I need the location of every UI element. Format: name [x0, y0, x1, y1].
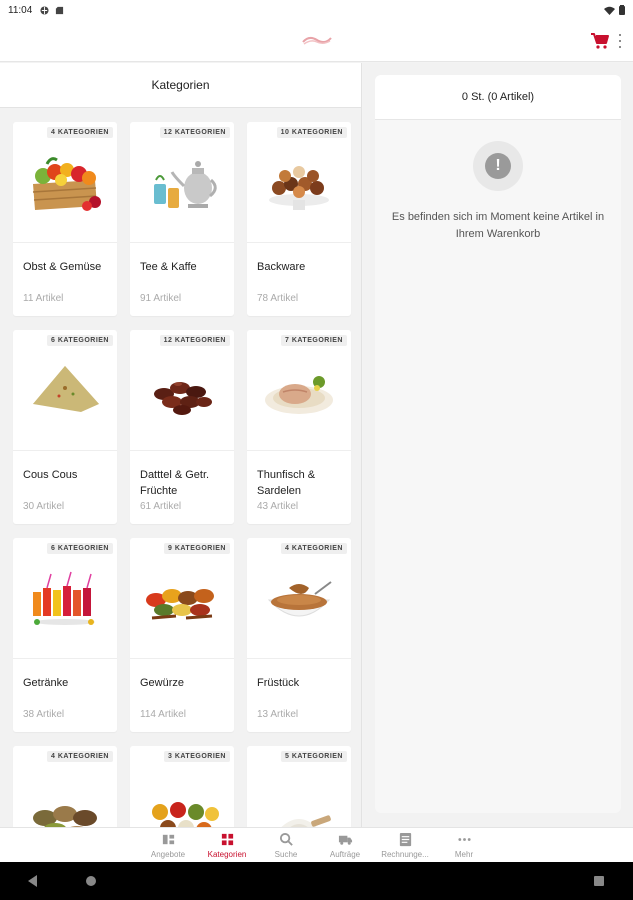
pastries-image: [247, 122, 351, 243]
battery-icon: [619, 5, 625, 15]
category-name: Backware: [257, 261, 306, 273]
subcategory-badge: 4 KATEGORIEN: [281, 543, 347, 554]
search-icon: [279, 832, 293, 846]
sd-card-icon: [56, 6, 64, 14]
article-count: 78 Artikel: [257, 293, 299, 304]
nav-label: Mehr: [454, 850, 474, 859]
spices-image: [130, 538, 234, 659]
category-name: Früstück: [257, 677, 300, 689]
categories-icon: [221, 833, 233, 846]
category-name: Getränke: [23, 677, 69, 689]
category-card[interactable]: 7 KATEGORIEN Thunfisch & Sardelen 43 Art…: [247, 330, 351, 524]
cart-icon[interactable]: [590, 32, 610, 50]
cart-summary-text: 0 St. (0 Artikel): [461, 91, 535, 103]
subcategory-badge: 10 KATEGORIEN: [276, 127, 347, 138]
empty-cart-message: Es befinden sich im Moment keine Artikel…: [391, 211, 605, 240]
dates-image: [130, 330, 234, 451]
category-card[interactable]: 4 KATEGORIEN: [13, 746, 117, 827]
article-count: 13 Artikel: [257, 709, 299, 720]
categories-header: Kategorien: [0, 63, 361, 108]
nav-label: Angebote: [150, 850, 186, 859]
nav-item-search[interactable]: Suche: [256, 830, 316, 862]
truck-icon: [338, 835, 352, 845]
category-card[interactable]: 5 KATEGORIEN: [247, 746, 351, 827]
article-count: 30 Artikel: [23, 501, 65, 512]
cart-pane: 0 St. (0 Artikel) ! Es befinden sich im …: [363, 63, 633, 827]
brand-logo[interactable]: [301, 33, 333, 47]
article-count: 91 Artikel: [140, 293, 182, 304]
invoice-icon: [399, 832, 411, 847]
drinks-image: [13, 538, 117, 659]
category-card[interactable]: 4 KATEGORIEN Obst & Gemüse 11 Artikel: [13, 122, 117, 316]
categories-pane: Kategorien 4 KATEGORIEN Obst & Gemüse 11…: [0, 63, 362, 827]
nav-item-more[interactable]: Mehr: [434, 830, 494, 862]
article-count: 38 Artikel: [23, 709, 65, 720]
cart-summary: 0 St. (0 Artikel): [375, 75, 621, 120]
nav-item-invoices[interactable]: Rechnunge...: [375, 830, 435, 862]
subcategory-badge: 4 KATEGORIEN: [47, 751, 113, 762]
article-count: 11 Artikel: [23, 293, 64, 304]
alert-icon: !: [473, 141, 523, 191]
category-card[interactable]: 12 KATEGORIEN Datttel & Getr. Früchte 61…: [130, 330, 234, 524]
category-card[interactable]: 6 KATEGORIEN Cous Cous 30 Artikel: [13, 330, 117, 524]
category-name: Obst & Gemüse: [23, 261, 102, 273]
category-card[interactable]: 6 KATEGORIEN Getränke 38 Artikel: [13, 538, 117, 732]
more-icon: [457, 838, 471, 841]
globe-icon: [40, 5, 49, 15]
breakfast-image: [247, 538, 351, 659]
nav-label: Rechnunge...: [381, 850, 429, 859]
recents-icon[interactable]: [594, 876, 604, 886]
category-grid: 4 KATEGORIEN Obst & Gemüse 11 Artikel 12…: [13, 122, 351, 827]
nav-label: Kategorien: [207, 850, 247, 859]
nav-item-offers[interactable]: Angebote: [138, 830, 198, 862]
back-icon[interactable]: [28, 875, 38, 887]
couscous-image: [13, 330, 117, 451]
subcategory-badge: 12 KATEGORIEN: [159, 335, 230, 346]
tuna-image: [247, 330, 351, 451]
subcategory-badge: 6 KATEGORIEN: [47, 335, 113, 346]
status-time: 11:04: [8, 4, 33, 16]
category-card[interactable]: 3 KATEGORIEN: [130, 746, 234, 827]
wifi-icon: [604, 6, 615, 15]
category-name: Thunfisch & Sardelen: [257, 469, 316, 497]
subcategory-badge: 3 KATEGORIEN: [164, 751, 230, 762]
nav-item-categories[interactable]: Kategorien: [197, 830, 257, 862]
subcategory-badge: 6 KATEGORIEN: [47, 543, 113, 554]
cart-panel: 0 St. (0 Artikel) ! Es befinden sich im …: [375, 75, 621, 813]
status-bar: 11:04: [0, 0, 633, 20]
nav-label: Suche: [274, 850, 298, 859]
category-card[interactable]: 4 KATEGORIEN Früstück 13 Artikel: [247, 538, 351, 732]
nav-label: Aufträge: [329, 850, 361, 859]
category-card[interactable]: 12 KATEGORIEN Tee & Kaffe 91 Artikel: [130, 122, 234, 316]
app-bar: [0, 20, 633, 62]
category-card[interactable]: 10 KATEGORIEN Backware 78 Artikel: [247, 122, 351, 316]
subcategory-badge: 7 KATEGORIEN: [281, 335, 347, 346]
page-title: Kategorien: [151, 78, 210, 92]
category-name: Cous Cous: [23, 469, 78, 481]
subcategory-badge: 5 KATEGORIEN: [281, 751, 347, 762]
overflow-menu-icon[interactable]: [617, 34, 623, 48]
tea-pot-image: [130, 122, 234, 243]
fruit-crate-image: [13, 122, 117, 243]
nav-item-orders[interactable]: Aufträge: [315, 830, 375, 862]
category-name: Gewürze: [140, 677, 185, 689]
category-name: Tee & Kaffe: [140, 261, 197, 273]
subcategory-badge: 12 KATEGORIEN: [159, 127, 230, 138]
category-name: Datttel & Getr. Früchte: [140, 469, 210, 497]
system-navigation-bar: [0, 862, 633, 900]
bottom-navigation: Angebote Kategorien Suche Aufträge Rechn…: [0, 827, 633, 862]
category-card[interactable]: 9 KATEGORIEN Gewürze 114 Artikel: [130, 538, 234, 732]
subcategory-badge: 4 KATEGORIEN: [47, 127, 113, 138]
home-icon[interactable]: [86, 876, 96, 886]
offers-icon: [162, 834, 174, 845]
subcategory-badge: 9 KATEGORIEN: [164, 543, 230, 554]
article-count: 61 Artikel: [140, 501, 182, 512]
article-count: 114 Artikel: [140, 709, 186, 720]
article-count: 43 Artikel: [257, 501, 299, 512]
